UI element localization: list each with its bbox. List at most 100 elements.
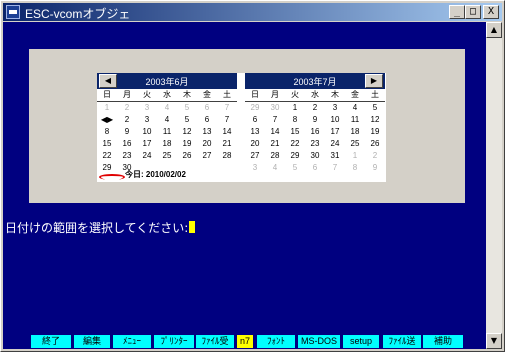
- next-month-button[interactable]: ▶: [365, 74, 383, 88]
- day-cell[interactable]: 2: [365, 150, 385, 162]
- day-cell[interactable]: 13: [245, 126, 265, 138]
- day-cell[interactable]: 14: [217, 126, 237, 138]
- function-key-2[interactable]: 編集: [74, 335, 110, 348]
- day-cell[interactable]: 29: [245, 102, 265, 114]
- day-cell[interactable]: 19: [177, 138, 197, 150]
- day-cell[interactable]: 6: [305, 162, 325, 174]
- day-cell[interactable]: 21: [217, 138, 237, 150]
- day-cell[interactable]: 23: [117, 150, 137, 162]
- day-cell[interactable]: 3: [245, 162, 265, 174]
- day-cell[interactable]: 22: [97, 150, 117, 162]
- day-cell[interactable]: 27: [197, 150, 217, 162]
- day-cell[interactable]: 14: [265, 126, 285, 138]
- terminal-area[interactable]: ◀ 2003年6月 日月火水木金土 1 2 3 4 5 6 7 ◀▶ 2 3 4 5 6 7 8 9 10 11 1…: [3, 22, 486, 349]
- day-cell[interactable]: ◀▶: [97, 114, 117, 126]
- function-key-3[interactable]: ﾒﾆｭｰ: [113, 335, 151, 348]
- today-row[interactable]: 今日: 2010/02/02: [97, 169, 237, 181]
- day-cell[interactable]: 16: [305, 126, 325, 138]
- day-cell[interactable]: 9: [305, 114, 325, 126]
- day-cell[interactable]: 18: [345, 126, 365, 138]
- function-key-5[interactable]: ﾌｧｲﾙ受: [196, 335, 234, 348]
- function-key-8[interactable]: MS-DOS: [298, 335, 340, 348]
- day-cell[interactable]: 10: [325, 114, 345, 126]
- day-cell[interactable]: 5: [365, 102, 385, 114]
- day-cell[interactable]: 16: [117, 138, 137, 150]
- day-cell[interactable]: 8: [97, 126, 117, 138]
- function-key-7[interactable]: ﾌｫﾝﾄ: [257, 335, 295, 348]
- day-cell[interactable]: 20: [197, 138, 217, 150]
- weekday-row: 日月火水木金土: [245, 89, 385, 102]
- day-cell[interactable]: 30: [265, 102, 285, 114]
- minimize-button[interactable]: _: [449, 5, 465, 19]
- day-cell[interactable]: 3: [325, 102, 345, 114]
- day-cell[interactable]: 24: [325, 138, 345, 150]
- day-cell[interactable]: 18: [157, 138, 177, 150]
- day-cell[interactable]: 26: [365, 138, 385, 150]
- function-key-9[interactable]: setup: [343, 335, 379, 348]
- day-cell[interactable]: 30: [305, 150, 325, 162]
- day-cell[interactable]: 3: [137, 114, 157, 126]
- scroll-up-button[interactable]: ▲: [486, 22, 502, 38]
- day-cell[interactable]: 19: [365, 126, 385, 138]
- day-cell[interactable]: 21: [265, 138, 285, 150]
- day-cell[interactable]: 22: [285, 138, 305, 150]
- day-cell[interactable]: 26: [177, 150, 197, 162]
- day-cell[interactable]: 4: [265, 162, 285, 174]
- day-cell[interactable]: 25: [157, 150, 177, 162]
- day-cell[interactable]: 7: [325, 162, 345, 174]
- day-cell[interactable]: 2: [117, 102, 137, 114]
- day-cell[interactable]: 27: [245, 150, 265, 162]
- day-cell[interactable]: 28: [265, 150, 285, 162]
- day-cell[interactable]: 9: [365, 162, 385, 174]
- day-cell[interactable]: 6: [197, 114, 217, 126]
- function-key-6[interactable]: n7: [237, 335, 253, 348]
- day-cell[interactable]: 8: [285, 114, 305, 126]
- day-cell[interactable]: 13: [197, 126, 217, 138]
- day-cell[interactable]: 2: [117, 114, 137, 126]
- scroll-down-button[interactable]: ▼: [486, 333, 502, 349]
- function-key-10[interactable]: ﾌｧｲﾙ送: [383, 335, 421, 348]
- day-cell[interactable]: 11: [157, 126, 177, 138]
- app-icon[interactable]: [6, 5, 20, 19]
- day-cell[interactable]: 1: [285, 102, 305, 114]
- function-key-4[interactable]: ﾌﾟﾘﾝﾀｰ: [154, 335, 194, 348]
- day-cell[interactable]: 4: [157, 102, 177, 114]
- title-bar[interactable]: ESC-vcomオブジェ _ □ X: [3, 3, 502, 21]
- day-cell[interactable]: 17: [325, 126, 345, 138]
- day-cell[interactable]: 9: [117, 126, 137, 138]
- day-cell[interactable]: 11: [345, 114, 365, 126]
- day-cell[interactable]: 29: [285, 150, 305, 162]
- day-cell[interactable]: 7: [217, 114, 237, 126]
- day-cell[interactable]: 23: [305, 138, 325, 150]
- day-cell[interactable]: 15: [285, 126, 305, 138]
- day-cell[interactable]: 20: [245, 138, 265, 150]
- day-cell[interactable]: 31: [325, 150, 345, 162]
- day-cell[interactable]: 4: [345, 102, 365, 114]
- day-cell[interactable]: 5: [177, 114, 197, 126]
- day-cell[interactable]: 6: [197, 102, 217, 114]
- day-cell[interactable]: 3: [137, 102, 157, 114]
- maximize-button[interactable]: □: [465, 5, 481, 19]
- day-cell[interactable]: 17: [137, 138, 157, 150]
- day-cell[interactable]: 7: [265, 114, 285, 126]
- day-cell[interactable]: 10: [137, 126, 157, 138]
- day-cell[interactable]: 28: [217, 150, 237, 162]
- vertical-scrollbar[interactable]: ▲ ▼: [486, 22, 502, 349]
- day-cell[interactable]: 12: [177, 126, 197, 138]
- function-key-1[interactable]: 終了: [31, 335, 71, 348]
- day-cell[interactable]: 24: [137, 150, 157, 162]
- day-cell[interactable]: 7: [217, 102, 237, 114]
- day-cell[interactable]: 1: [97, 102, 117, 114]
- day-cell[interactable]: 5: [177, 102, 197, 114]
- close-button[interactable]: X: [483, 5, 499, 19]
- day-cell[interactable]: 8: [345, 162, 365, 174]
- day-cell[interactable]: 6: [245, 114, 265, 126]
- day-cell[interactable]: 5: [285, 162, 305, 174]
- day-cell[interactable]: 12: [365, 114, 385, 126]
- day-cell[interactable]: 15: [97, 138, 117, 150]
- function-key-11[interactable]: 補助: [423, 335, 463, 348]
- day-cell[interactable]: 4: [157, 114, 177, 126]
- day-cell[interactable]: 2: [305, 102, 325, 114]
- day-cell[interactable]: 1: [345, 150, 365, 162]
- day-cell[interactable]: 25: [345, 138, 365, 150]
